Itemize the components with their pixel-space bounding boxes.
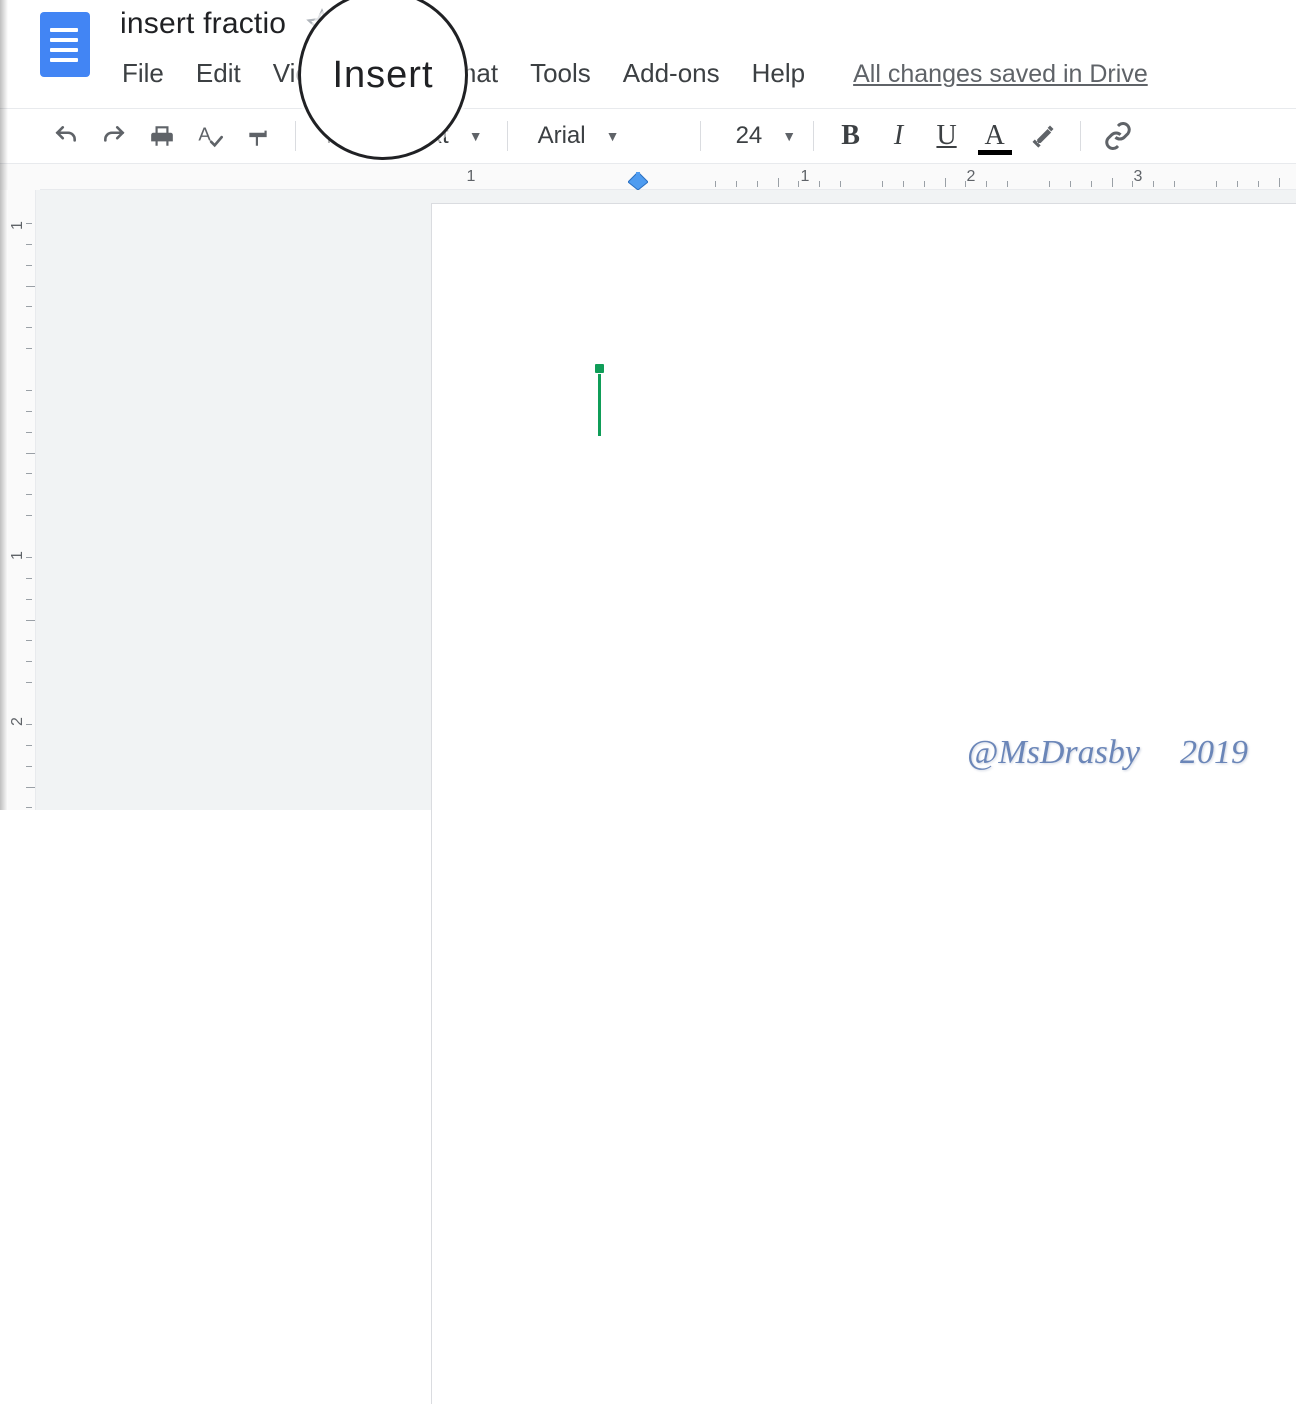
menu-file[interactable]: File [120,54,166,93]
vruler-label: 1 [9,221,27,230]
title-and-menubar: insert fractio File Edit Vie Insert Fmat… [120,0,1148,93]
insert-link-button[interactable] [1097,115,1139,157]
document-title[interactable]: insert fractio [120,3,286,45]
docs-icon[interactable] [40,12,90,77]
vruler-label: 1 [9,551,27,560]
font-combo-label: Arial [538,122,586,150]
vertical-ruler[interactable]: 1 1 2 [8,190,36,810]
underline-button[interactable]: U [926,115,968,157]
bold-button[interactable]: B [830,115,872,157]
svg-text:A: A [198,124,211,145]
menu-tools[interactable]: Tools [528,54,593,93]
window-left-shadow [0,0,8,810]
vruler-label: 2 [9,717,27,726]
toolbar-separator [295,121,296,151]
watermark: @MsDrasby 2019 [967,734,1248,772]
text-cursor [598,374,601,436]
ruler-label: 1 [801,168,810,186]
menu-edit[interactable]: Edit [194,54,243,93]
page[interactable] [432,204,1296,1404]
highlight-button[interactable] [1022,115,1064,157]
magnifier-label: Insert [332,54,433,97]
toolbar-separator [813,121,814,151]
indent-marker[interactable] [628,172,648,190]
ruler-label: 1 [467,168,476,186]
text-color-button[interactable]: A [974,115,1016,157]
menubar: File Edit Vie Insert Fmat Tools Add-ons … [120,48,1148,93]
menu-help[interactable]: Help [750,54,807,93]
watermark-year: 2019 [1180,734,1248,772]
paint-format-button[interactable] [237,115,279,157]
toolbar: A Normal text ▼ Arial ▼ 24 ▼ B I U A [0,108,1296,164]
chevron-down-icon: ▼ [782,128,796,144]
toolbar-separator [1080,121,1081,151]
ruler-label: 3 [1134,168,1143,186]
redo-button[interactable] [93,115,135,157]
print-button[interactable] [141,115,183,157]
saved-status[interactable]: All changes saved in Drive [853,60,1148,89]
toolbar-separator [507,121,508,151]
chevron-down-icon: ▼ [606,128,620,144]
font-size-value: 24 [736,122,763,150]
title-row: insert fractio [120,0,1148,48]
ruler-label: 2 [967,168,976,186]
document-canvas[interactable] [36,190,1296,810]
chevron-down-icon: ▼ [469,128,483,144]
font-combo[interactable]: Arial ▼ [524,115,684,157]
italic-button[interactable]: I [878,115,920,157]
spellcheck-button[interactable]: A [189,115,231,157]
watermark-handle: @MsDrasby [967,734,1140,772]
horizontal-ruler[interactable]: 1 1 2 3 4 [0,164,1296,190]
font-size-combo[interactable]: 24 ▼ [717,115,797,157]
toolbar-separator [700,121,701,151]
header: insert fractio File Edit Vie Insert Fmat… [0,0,1296,108]
menu-addons[interactable]: Add-ons [621,54,722,93]
undo-button[interactable] [45,115,87,157]
